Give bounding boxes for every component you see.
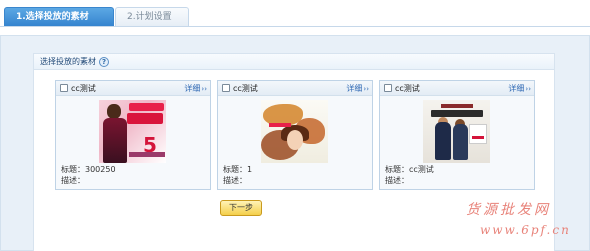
double-chevron-right-icon: ›› bbox=[363, 85, 369, 93]
card-header: cc测试 详细›› bbox=[380, 81, 534, 96]
card-name: cc测试 bbox=[395, 84, 420, 93]
card-header: cc测试 详细›› bbox=[56, 81, 210, 96]
next-step-button[interactable]: 下一步 bbox=[220, 200, 262, 216]
detail-label: 详细 bbox=[508, 84, 525, 93]
material-checkbox[interactable] bbox=[222, 84, 230, 92]
tab-plan-settings[interactable]: 2.计划设置 bbox=[115, 7, 189, 26]
title-value: cc测试 bbox=[409, 165, 434, 174]
card-name: cc测试 bbox=[233, 84, 258, 93]
detail-link[interactable]: 详细›› bbox=[508, 83, 531, 94]
watermark-url: www.6pf.cn bbox=[480, 223, 571, 237]
card-meta: 标题：300250 描述： bbox=[61, 164, 116, 186]
title-value: 300250 bbox=[85, 165, 116, 174]
detail-link[interactable]: 详细›› bbox=[346, 83, 369, 94]
card-name: cc测试 bbox=[71, 84, 96, 93]
section-title: 选择投放的素材 bbox=[40, 57, 96, 66]
material-card: cc测试 详细›› 5 标题：300250 描述： bbox=[55, 80, 211, 190]
card-header: cc测试 详细›› bbox=[218, 81, 372, 96]
double-chevron-right-icon: ›› bbox=[525, 85, 531, 93]
tab-divider bbox=[0, 26, 590, 27]
desc-label: 描述： bbox=[223, 176, 247, 185]
material-card: cc测试 详细›› 标题：1 描述： bbox=[217, 80, 373, 190]
title-value: 1 bbox=[247, 165, 253, 174]
watermark-title: 货源批发网 bbox=[466, 202, 551, 218]
detail-label: 详细 bbox=[184, 84, 201, 93]
card-meta: 标题：cc测试 描述： bbox=[385, 164, 434, 186]
desc-label: 描述： bbox=[385, 176, 409, 185]
tab-select-material[interactable]: 1.选择投放的素材 bbox=[4, 7, 114, 26]
section-header: 选择投放的素材 ? bbox=[34, 54, 554, 70]
question-icon[interactable]: ? bbox=[99, 57, 109, 67]
title-label: 标题： bbox=[385, 165, 409, 174]
material-thumbnail bbox=[261, 100, 328, 163]
material-checkbox[interactable] bbox=[384, 84, 392, 92]
material-thumbnail: 5 bbox=[99, 100, 166, 163]
step-tabs: 1.选择投放的素材 2.计划设置 bbox=[4, 7, 190, 26]
title-label: 标题： bbox=[223, 165, 247, 174]
material-checkbox[interactable] bbox=[60, 84, 68, 92]
material-section: 选择投放的素材 ? cc测试 详细›› 5 标题：300250 描述： cc测试… bbox=[33, 53, 555, 251]
material-card: cc测试 详细›› 标题：cc测试 描述： bbox=[379, 80, 535, 190]
detail-link[interactable]: 详细›› bbox=[184, 83, 207, 94]
desc-label: 描述： bbox=[61, 176, 85, 185]
title-label: 标题： bbox=[61, 165, 85, 174]
detail-label: 详细 bbox=[346, 84, 363, 93]
card-meta: 标题：1 描述： bbox=[223, 164, 252, 186]
material-thumbnail bbox=[423, 100, 490, 163]
double-chevron-right-icon: ›› bbox=[201, 85, 207, 93]
